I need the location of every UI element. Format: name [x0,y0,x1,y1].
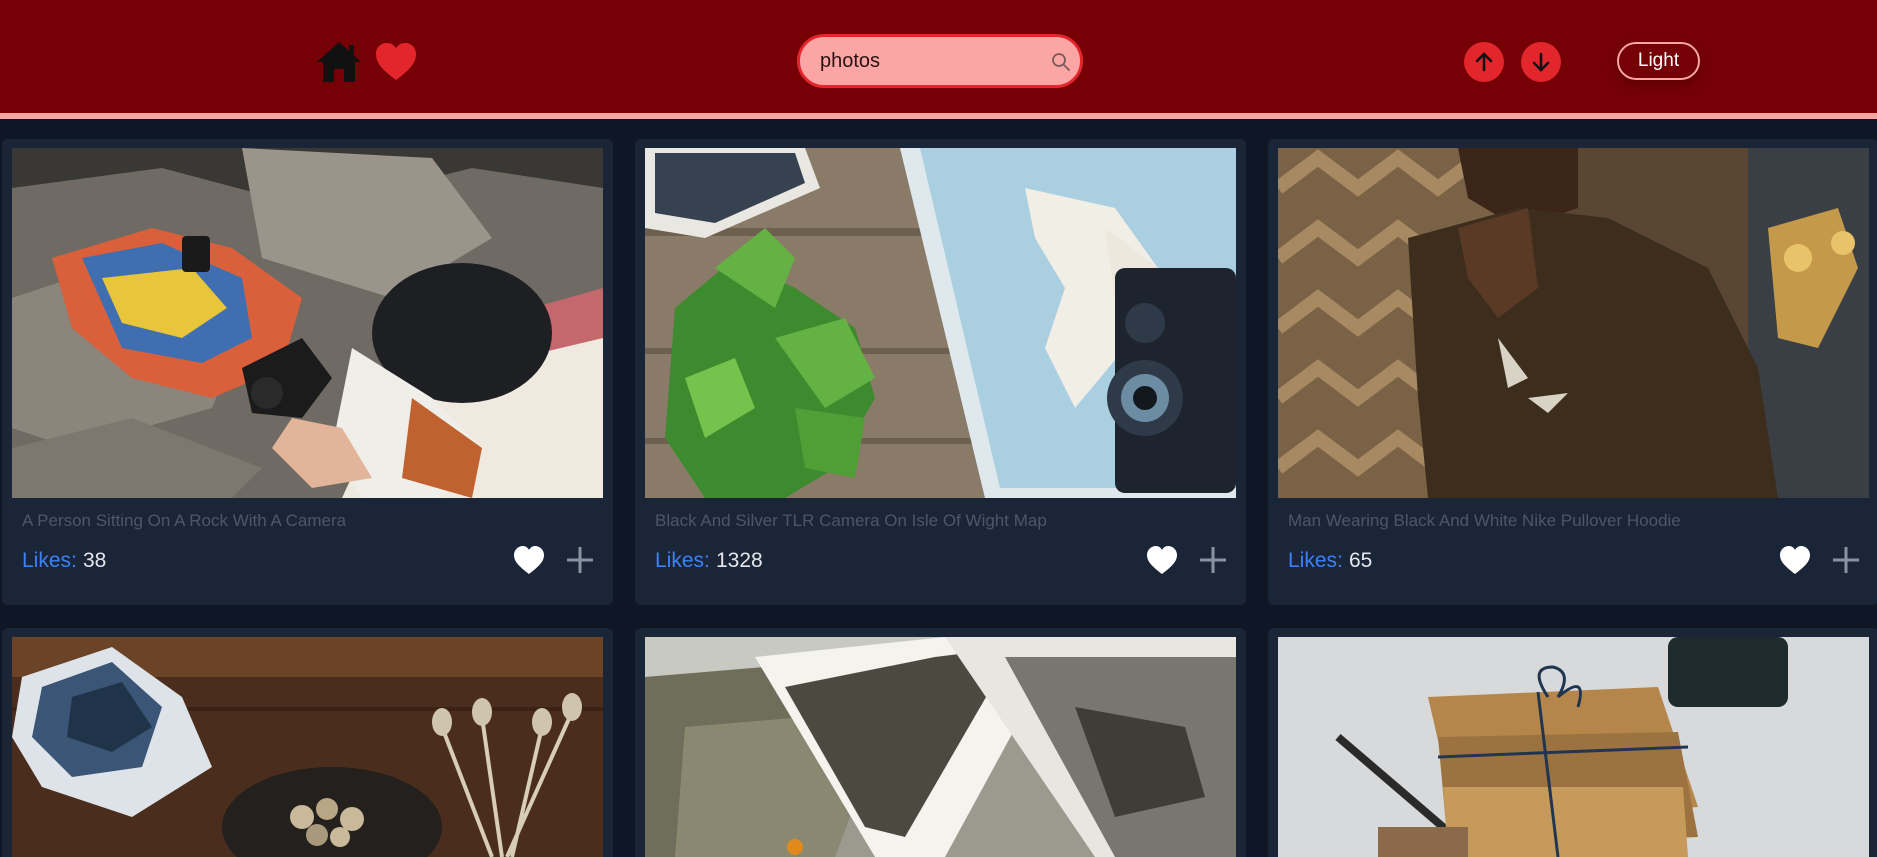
photo-title: Black And Silver TLR Camera On Isle Of W… [655,511,1047,530]
photo-image[interactable] [1278,637,1869,857]
likes-count: 1328 [716,549,763,572]
photo-image[interactable] [12,148,603,498]
likes-label: Likes: [655,549,710,572]
arrow-up-icon [1475,52,1493,72]
like-button-heart-icon[interactable] [512,544,546,576]
search-bar [797,34,1083,88]
photo-image[interactable] [1278,148,1869,498]
photo-card [635,628,1246,857]
photo-card: Man Wearing Black And White Nike Pullove… [1268,139,1877,605]
photo-image[interactable] [645,148,1236,498]
likes-count: 65 [1349,549,1373,572]
photo-card [1268,628,1877,857]
like-button-heart-icon[interactable] [1145,544,1179,576]
theme-toggle-button[interactable]: Light [1617,42,1700,80]
search-icon[interactable] [1051,52,1071,72]
photo-title: Man Wearing Black And White Nike Pullove… [1288,511,1681,530]
home-icon[interactable] [316,40,362,84]
add-to-collection-plus-icon[interactable] [1831,545,1861,575]
top-nav-bar: Light [0,0,1877,119]
photo-card: Black And Silver TLR Camera On Isle Of W… [635,139,1246,605]
add-to-collection-plus-icon[interactable] [565,545,595,575]
search-input[interactable] [820,37,1040,85]
scroll-down-button[interactable] [1521,42,1561,82]
like-button-heart-icon[interactable] [1778,544,1812,576]
photo-title: A Person Sitting On A Rock With A Camera [22,511,347,530]
likes-count: 38 [83,549,107,572]
photo-card [2,628,613,857]
photo-image[interactable] [12,637,603,857]
arrow-down-icon [1532,52,1550,72]
scroll-up-button[interactable] [1464,42,1504,82]
photo-image[interactable] [645,637,1236,857]
add-to-collection-plus-icon[interactable] [1198,545,1228,575]
likes-label: Likes: [1288,549,1343,572]
photo-card: A Person Sitting On A Rock With A Camera… [2,139,613,605]
heart-icon[interactable] [374,40,418,84]
likes-label: Likes: [22,549,77,572]
